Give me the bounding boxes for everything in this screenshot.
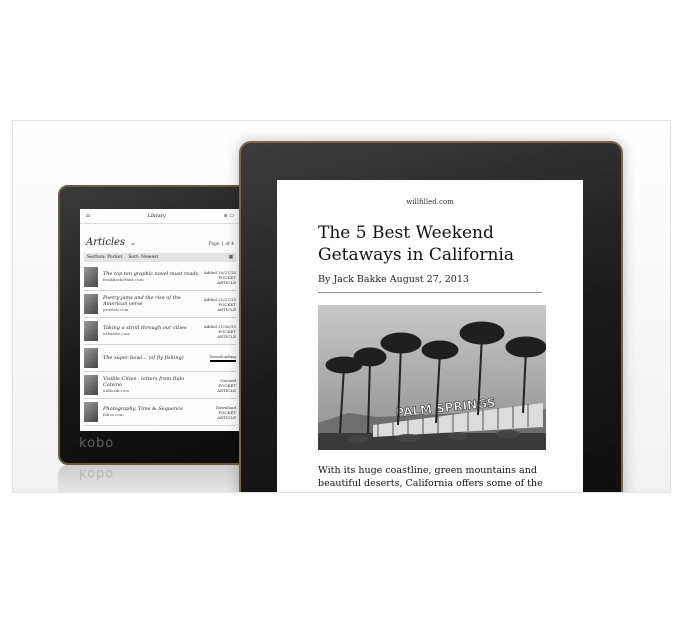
list-item[interactable]: Taking a stroll through our cities urbani… [84,318,236,345]
article-body: With its huge coastline, green mountains… [318,465,543,492]
article-source: proetch.com [103,307,129,312]
article-site: willfilled.com [406,198,454,206]
list-item[interactable]: The super bowl... (of fly fishing) Downl… [84,345,236,372]
library-title: Articles [86,237,126,248]
article-source: folios.com [103,412,124,417]
article-type: POCKET ARTICLE [217,382,236,393]
article-screen: willfilled.com The 5 Best Weekend Getawa… [277,180,583,492]
article-thumbnail [84,267,98,287]
library-status-title: Library [147,213,166,219]
library-filter-bar[interactable]: Section: Pocket Sort: Newest ▦ [84,253,236,262]
article-type: POCKET ARTICLE [217,409,236,420]
library-header: Articles ⌄ Page 1 of 4 [80,224,240,251]
articles-dropdown[interactable]: Articles ⌄ [86,230,136,249]
kobo-logo-reflection: kobo [79,466,115,481]
article-type: POCKET ARTICLE [217,328,236,339]
list-item[interactable]: Poetry jams and the rise of the American… [84,291,236,318]
article-byline: By Jack Bakke August 27, 2013 [318,274,542,293]
product-stage: ⌂ Library ≋ ▭ Articles ⌄ Page 1 of 4 Sec… [12,120,671,493]
filter-sort[interactable]: Sort: Newest [128,255,158,260]
library-status-bar: ⌂ Library ≋ ▭ [80,209,240,224]
article-title: Visible Cities - letters from Italo Calv… [103,376,185,388]
page-indicator: Page 1 of 4 [208,242,234,247]
filter-section[interactable]: Section: Pocket [87,255,122,260]
battery-icon: ▭ [229,213,234,219]
list-item[interactable]: Photography, Time & Sequence folios.com D… [84,399,236,426]
article-type: POCKET ARTICLE [217,274,236,285]
list-item[interactable]: Visible Cities - letters from Italo Calv… [84,372,236,399]
wifi-icon: ≋ [223,213,228,219]
status-icons: ≋ ▭ [223,213,234,219]
library-screen: ⌂ Library ≋ ▭ Articles ⌄ Page 1 of 4 Sec… [80,209,240,431]
download-progress-bar [210,360,236,362]
article-status: Downloading [209,354,236,359]
article-thumbnail [84,348,98,368]
article-thumbnail [84,402,98,422]
grid-view-icon[interactable]: ▦ [229,255,233,260]
article-source: bookbackethist.com [103,277,144,282]
kobo-logo: kobo [79,436,115,451]
list-item[interactable]: The top ten graphic novel must reads book… [84,264,236,291]
article-headline: The 5 Best Weekend Getaways in Californi… [318,223,515,265]
article-thumbnail [84,375,98,395]
article-type: POCKET ARTICLE [217,301,236,312]
article-thumbnail [84,294,98,314]
article-title: The super bowl... (of fly fishing) [103,355,184,361]
article-source: italbook.com [103,388,130,393]
article-photo: PALM SPRINGS [318,305,546,450]
home-icon[interactable]: ⌂ [86,213,90,219]
library-list: The top ten graphic novel must reads book… [80,264,240,426]
palm-springs-photo: PALM SPRINGS [318,305,546,450]
article-source: urbanite.com [103,331,130,336]
article-title: Poetry jams and the rise of the American… [103,295,181,307]
article-thumbnail [84,321,98,341]
chevron-down-icon: ⌄ [130,239,137,247]
ereader-front-device: willfilled.com The 5 Best Weekend Getawa… [239,141,623,492]
